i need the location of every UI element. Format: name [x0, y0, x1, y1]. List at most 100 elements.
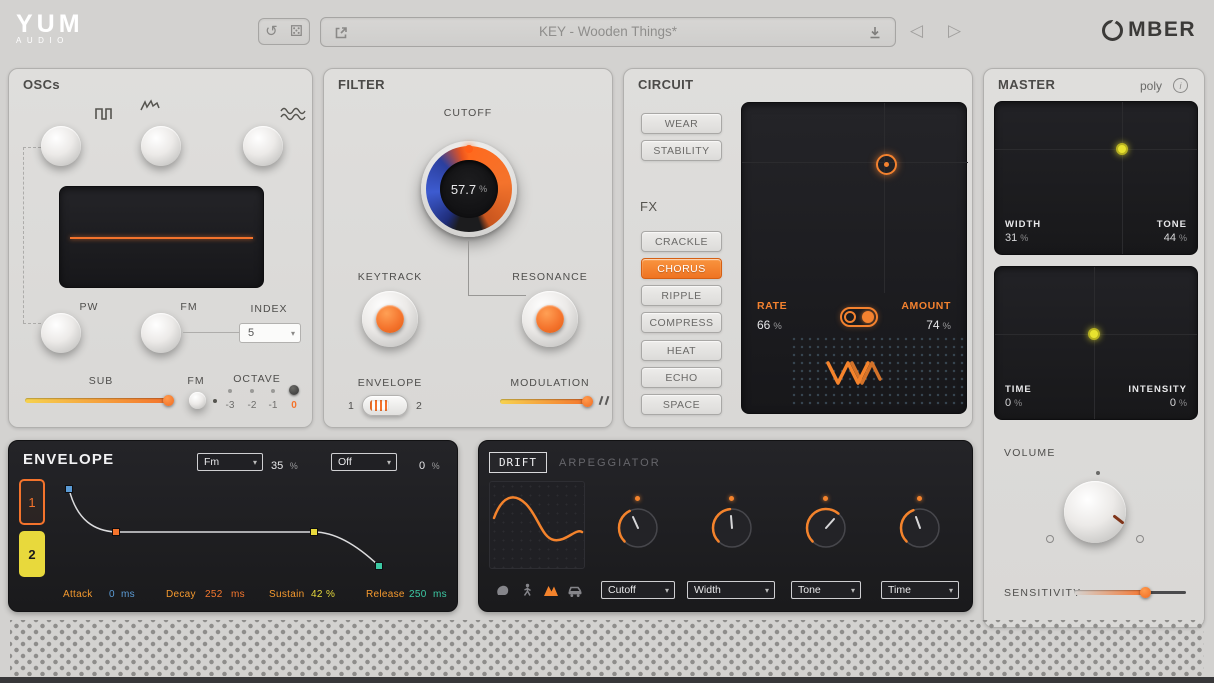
sustain-unit: % — [326, 589, 335, 600]
mod-target-1-value: Fm — [204, 456, 219, 468]
octave-notch — [271, 389, 275, 393]
keytrack-knob[interactable] — [362, 291, 418, 347]
resonance-knob[interactable] — [522, 291, 578, 347]
drift-target-1-select[interactable]: Cutoff ▾ — [601, 581, 675, 599]
sub-label: SUB — [71, 375, 131, 387]
poly-mode-label[interactable]: poly — [1140, 79, 1162, 93]
mod-target-2-select[interactable]: Off ▾ — [331, 453, 397, 471]
width-tone-pad-dot[interactable] — [1116, 143, 1128, 155]
sub-slider[interactable] — [25, 398, 169, 403]
release-label: Release — [366, 589, 405, 600]
resonance-label: RESONANCE — [504, 271, 596, 283]
decay-point[interactable] — [113, 529, 120, 536]
fm-knob[interactable] — [141, 313, 181, 353]
drift-target-2-select[interactable]: Width ▾ — [687, 581, 775, 599]
preset-name: KEY - Wooden Things* — [361, 18, 855, 46]
fx-button-compress[interactable]: COMPRESS — [641, 312, 722, 333]
octave-selector-knob[interactable] — [289, 385, 299, 395]
envelope-tab-2[interactable]: 2 — [19, 531, 45, 577]
chevron-down-icon: ▾ — [665, 586, 669, 595]
sustain-point[interactable] — [311, 529, 318, 536]
sensitivity-slider-knob[interactable] — [1140, 587, 1151, 598]
env-option-2[interactable]: 2 — [416, 400, 423, 412]
drift-target-3-select[interactable]: Tone ▾ — [791, 581, 861, 599]
chorus-power-toggle[interactable] — [840, 307, 878, 327]
index-value: 5 — [248, 327, 254, 339]
drift-mode-walk-icon[interactable] — [519, 582, 535, 598]
osc1-knob[interactable] — [41, 126, 81, 166]
chorus-xy-dot[interactable] — [876, 154, 897, 175]
brand-name: MBER — [1128, 18, 1196, 42]
octave-option-selected[interactable]: 0 — [284, 400, 304, 411]
fx-button-ripple[interactable]: RIPPLE — [641, 285, 722, 306]
envelope-toggle-indicator — [370, 400, 389, 411]
mber-brand: MBER — [1102, 18, 1196, 42]
fx-button-chorus[interactable]: CHORUS — [641, 258, 722, 279]
mod-target-1-select[interactable]: Fm ▾ — [197, 453, 263, 471]
undo-icon[interactable]: ↺ — [265, 19, 278, 44]
drift-target-2-value: Width — [694, 584, 721, 596]
tab-drift[interactable]: DRIFT — [489, 452, 547, 473]
chevron-down-icon: ▾ — [851, 586, 855, 595]
grid-line — [742, 162, 968, 163]
octave-option[interactable]: -1 — [263, 400, 283, 411]
sub-slider-knob[interactable] — [163, 395, 174, 406]
osc2-knob[interactable] — [141, 126, 181, 166]
env-option-1[interactable]: 1 — [348, 400, 355, 412]
drift-knob-1[interactable] — [615, 505, 661, 551]
width-tone-pad[interactable]: WIDTH 31% TONE 44% — [994, 101, 1198, 255]
pulse-wave-icon — [94, 106, 120, 127]
attack-point[interactable] — [66, 486, 73, 493]
preset-bar[interactable]: KEY - Wooden Things* — [320, 17, 896, 47]
release-point[interactable] — [376, 563, 383, 570]
octave-option[interactable]: -2 — [242, 400, 262, 411]
mod-amount-2: 0 % — [419, 456, 440, 474]
export-preset-icon[interactable] — [333, 25, 349, 46]
osc-waveform-display[interactable] — [59, 186, 264, 288]
next-preset-button[interactable]: ▷ — [948, 21, 961, 41]
wear-button[interactable]: WEAR — [641, 113, 722, 134]
tab-arpeggiator[interactable]: ARPEGGIATOR — [559, 457, 661, 469]
pw-knob[interactable] — [41, 313, 81, 353]
envelope-toggle[interactable] — [362, 395, 408, 416]
info-icon[interactable]: i — [1173, 78, 1188, 93]
amount-value: 74% — [926, 316, 951, 334]
drift-mode-still-icon[interactable] — [495, 582, 511, 598]
fx-button-space[interactable]: SPACE — [641, 394, 722, 415]
knob-marker-dot — [729, 496, 734, 501]
envelope-tab-1[interactable]: 1 — [19, 479, 45, 525]
drift-target-3-value: Tone — [798, 584, 821, 596]
octave-option[interactable]: -3 — [220, 400, 240, 411]
time-intensity-pad[interactable]: TIME 0% INTENSITY 0% — [994, 266, 1198, 420]
drift-knob-2[interactable] — [709, 505, 755, 551]
cutoff-knob[interactable]: 57.7 % — [421, 141, 517, 237]
fm-toggle[interactable] — [189, 392, 206, 409]
sustain-label: Sustain — [269, 589, 304, 600]
history-random-group: ↺ ⚄ — [258, 18, 310, 45]
drift-knob-4[interactable] — [897, 505, 943, 551]
pw-label: PW — [69, 301, 109, 313]
fx-button-echo[interactable]: ECHO — [641, 367, 722, 388]
sensitivity-slider-remainder[interactable] — [1146, 591, 1186, 594]
time-intensity-pad-dot[interactable] — [1088, 328, 1100, 340]
modulation-slider[interactable] — [500, 399, 588, 404]
volume-knob[interactable] — [1064, 481, 1126, 543]
stability-button[interactable]: STABILITY — [641, 140, 722, 161]
save-download-icon[interactable] — [867, 25, 883, 46]
drift-target-4-select[interactable]: Time ▾ — [881, 581, 959, 599]
randomize-dice-icon[interactable]: ⚄ — [290, 19, 303, 44]
oscs-panel: OSCs PW FM INDEX 5 ▾ — [8, 68, 313, 428]
previous-preset-button[interactable]: ◁ — [910, 21, 923, 41]
sensitivity-slider[interactable] — [1074, 590, 1146, 595]
fx-label: FX — [640, 199, 657, 214]
drift-mode-drive-icon[interactable] — [567, 582, 583, 598]
envelope-curve — [69, 489, 379, 566]
index-select[interactable]: 5 ▾ — [239, 323, 301, 343]
fx-button-crackle[interactable]: CRACKLE — [641, 231, 722, 252]
modulation-slider-knob[interactable] — [582, 396, 593, 407]
fx-button-heat[interactable]: HEAT — [641, 340, 722, 361]
knob-marker-dot — [917, 496, 922, 501]
osc3-knob[interactable] — [243, 126, 283, 166]
drift-mode-hike-icon[interactable] — [543, 582, 559, 598]
drift-knob-3[interactable] — [803, 505, 849, 551]
